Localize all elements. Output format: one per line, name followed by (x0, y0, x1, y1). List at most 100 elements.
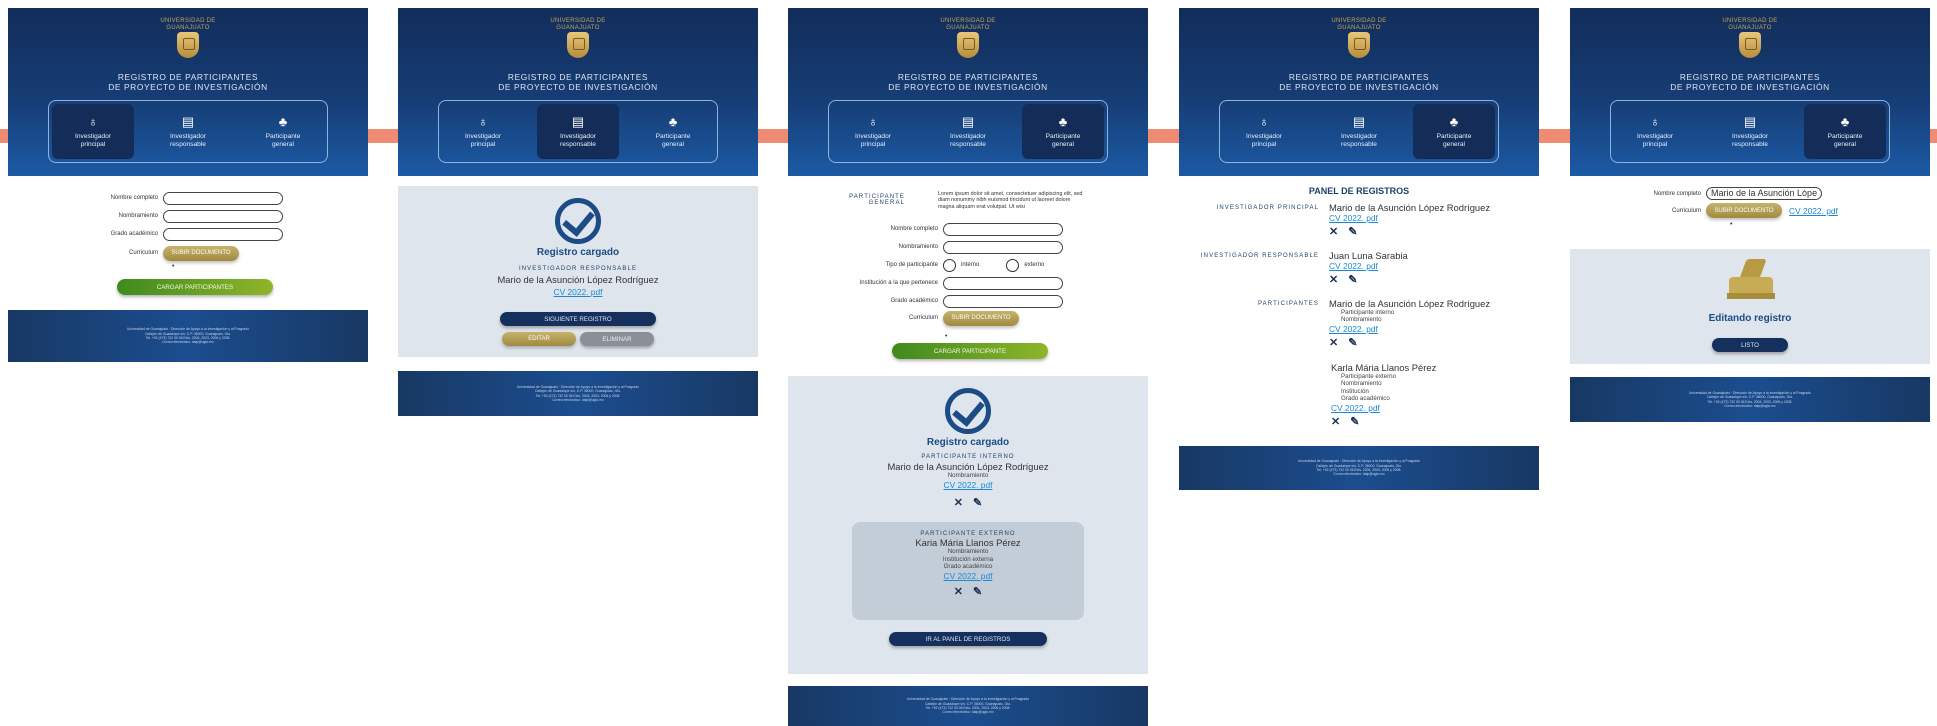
institution-text: Institución externa (942, 555, 994, 563)
tab-participante-general[interactable]: ♣ Participante general (1022, 104, 1104, 159)
radio-external-label: externo (1024, 262, 1045, 268)
tab-investigador-principal[interactable]: ♁ Investigador principal (1614, 104, 1696, 159)
delete-icon[interactable]: ✕ (1331, 415, 1340, 428)
upload-document-button[interactable]: SUBIR DOCUMENTO (1706, 203, 1782, 218)
cv-link[interactable]: CV 2022. pdf (788, 480, 1148, 490)
tab-investigador-principal[interactable]: ♁ Investigador principal (1223, 104, 1305, 159)
done-button[interactable]: LISTO (1712, 338, 1788, 352)
load-participants-button[interactable]: CARGAR PARTICIPANTES (117, 279, 273, 295)
tab-investigador-responsable[interactable]: ▤ Investigador responsable (1709, 104, 1791, 159)
degree-input[interactable] (943, 294, 1063, 308)
label-curriculum: Curriculum (128, 250, 158, 256)
flow-connector (367, 129, 398, 143)
header: UNIVERSIDAD DE GUANAJUATO REGISTRO DE PAR… (8, 8, 368, 176)
tab-bar: ♁ Investigador principal ▤ Investigador resp… (828, 100, 1108, 163)
page-title: REGISTRO DE PARTICIPANTES DE PROYECTO DE … (1670, 72, 1830, 92)
type-text: Participante externo (1341, 373, 1397, 380)
upload-document-button[interactable]: SUBIR DOCUMENTO (943, 310, 1019, 326)
person-name: Mario de la Asunción López Rodríguez (1329, 298, 1491, 309)
cv-link[interactable]: CV 2022. pdf (398, 287, 758, 297)
appointment-text: Nombramiento (947, 548, 989, 556)
edit-icon[interactable]: ✎ (1350, 415, 1359, 428)
delete-icon[interactable]: ✕ (1329, 225, 1338, 238)
delete-icon[interactable]: ✕ (1329, 336, 1338, 349)
cv-link[interactable]: CV 2022. pdf (852, 571, 1084, 581)
cv-link[interactable]: CV 2022. pdf (1789, 206, 1838, 216)
cv-link[interactable]: CV 2022. pdf (1329, 261, 1408, 271)
institution-input[interactable] (943, 276, 1063, 290)
role-label: INVESTIGADOR RESPONSABLE (518, 266, 638, 272)
full-name-input[interactable] (943, 222, 1063, 236)
tab-participante-general[interactable]: ♣ Participante general (1413, 104, 1495, 159)
radio-external[interactable] (1006, 258, 1020, 272)
tab-participante-general[interactable]: ♣ Participante general (1804, 104, 1886, 159)
radio-internal[interactable] (943, 258, 956, 272)
loaded-title: Registro cargado (926, 437, 1010, 448)
university-crest-icon (957, 32, 979, 58)
load-participant-button[interactable]: CARGAR PARTICIPANTE (892, 343, 1048, 359)
label-full-name: Nombre completo (890, 226, 938, 232)
edit-icon[interactable]: ✎ (1348, 225, 1357, 238)
tab-investigador-responsable[interactable]: ▤ Investigador responsable (537, 104, 619, 159)
edit-button[interactable]: EDITAR (502, 332, 576, 346)
person-name: Juan Luna Sarabia (1329, 250, 1408, 261)
editing-title: Editando registro (1708, 313, 1792, 324)
edit-icon[interactable]: ✎ (973, 585, 982, 598)
flow-connector (1148, 129, 1179, 143)
radio-internal-label: interno (961, 262, 980, 268)
full-name-input[interactable] (163, 191, 283, 205)
institution-text: Institución (1341, 387, 1369, 395)
tab-investigador-responsable[interactable]: ▤ Investigador responsable (1318, 104, 1400, 159)
screen-investigador-responsable: UNIVERSIDAD DE GUANAJUATO REGISTRO DE PAR… (398, 8, 758, 416)
university-name: UNIVERSIDAD DE GUANAJUATO (160, 18, 216, 31)
edit-icon[interactable]: ✎ (1348, 273, 1357, 286)
form: Nombre completo Nombramiento Grado acadé… (8, 176, 368, 310)
cv-link[interactable]: CV 2022. pdf (1329, 213, 1490, 223)
user-search-icon: ♁ (868, 114, 878, 129)
footer: Universidad de Guanajuato · Dirección de… (1570, 377, 1930, 422)
tab-participante-general[interactable]: ♣ Participante general (242, 104, 324, 159)
label-degree: Grado académico (110, 231, 158, 237)
degree-text: Grado académico (943, 563, 993, 571)
tab-bar: ♁ Investigador principal ▤ Investigador resp… (48, 100, 328, 163)
delete-icon[interactable]: ✕ (954, 496, 963, 509)
tab-investigador-principal[interactable]: ♁ Investigador principal (442, 104, 524, 159)
label-institution: Institución a la que pertenece (859, 280, 938, 286)
full-name-input[interactable]: Mario de la Asunción Lópe (1706, 187, 1822, 200)
header: UNIVERSIDAD DE GUANAJUATO REGISTRO DE PAR… (1179, 8, 1539, 176)
user-search-icon: ♁ (478, 114, 488, 129)
flow-connector (1930, 129, 1937, 143)
upload-document-button[interactable]: SUBIR DOCUMENTO (163, 245, 239, 261)
tab-participante-general[interactable]: ♣ Participante general (632, 104, 714, 159)
screen-panel-registros: UNIVERSIDAD DE GUANAJUATO REGISTRO DE PAR… (1179, 8, 1539, 490)
tab-investigador-responsable[interactable]: ▤ Investigador responsable (147, 104, 229, 159)
section-principal: INVESTIGADOR PRINCIPAL (1216, 205, 1319, 211)
flow-connector (0, 129, 8, 143)
lorem-text: Lorem ipsum dolor sit amet, consectetuer… (938, 191, 1083, 210)
header: UNIVERSIDAD DE GUANAJUATO REGISTRO DE PAR… (788, 8, 1148, 176)
records-panel: PANEL DE REGISTROS INVESTIGADOR PRINCIPA… (1179, 176, 1539, 446)
next-record-button[interactable]: SIGUIENTE REGISTRO (500, 312, 656, 326)
section-participants: PARTICIPANTES (1258, 301, 1319, 307)
university-name: UNIVERSIDAD DE GUANAJUATO (940, 18, 996, 31)
user-search-icon: ♁ (88, 114, 98, 129)
edit-icon[interactable]: ✎ (973, 496, 982, 509)
tab-investigador-principal[interactable]: ♁ Investigador principal (52, 104, 134, 159)
tab-investigador-principal[interactable]: ♁ Investigador principal (832, 104, 914, 159)
footer: Universidad de Guanajuato · Dirección de… (1179, 446, 1539, 490)
cv-link[interactable]: CV 2022. pdf (1329, 324, 1490, 334)
edit-form: Nombre completo Mario de la Asunción Lóp… (1570, 176, 1930, 249)
appointment-input[interactable] (943, 240, 1063, 254)
go-to-panel-button[interactable]: IR AL PANEL DE REGISTROS (889, 632, 1047, 647)
group-icon: ♣ (1449, 114, 1459, 129)
delete-button[interactable]: ELIMINAR (580, 332, 654, 346)
edit-icon[interactable]: ✎ (1348, 336, 1357, 349)
user-search-icon: ♁ (1259, 114, 1269, 129)
cv-link[interactable]: CV 2022. pdf (1331, 403, 1436, 413)
degree-input[interactable] (163, 227, 283, 241)
delete-icon[interactable]: ✕ (954, 585, 963, 598)
tab-investigador-responsable[interactable]: ▤ Investigador responsable (927, 104, 1009, 159)
appointment-input[interactable] (163, 209, 283, 223)
delete-icon[interactable]: ✕ (1329, 273, 1338, 286)
user-search-icon: ♁ (1650, 114, 1660, 129)
